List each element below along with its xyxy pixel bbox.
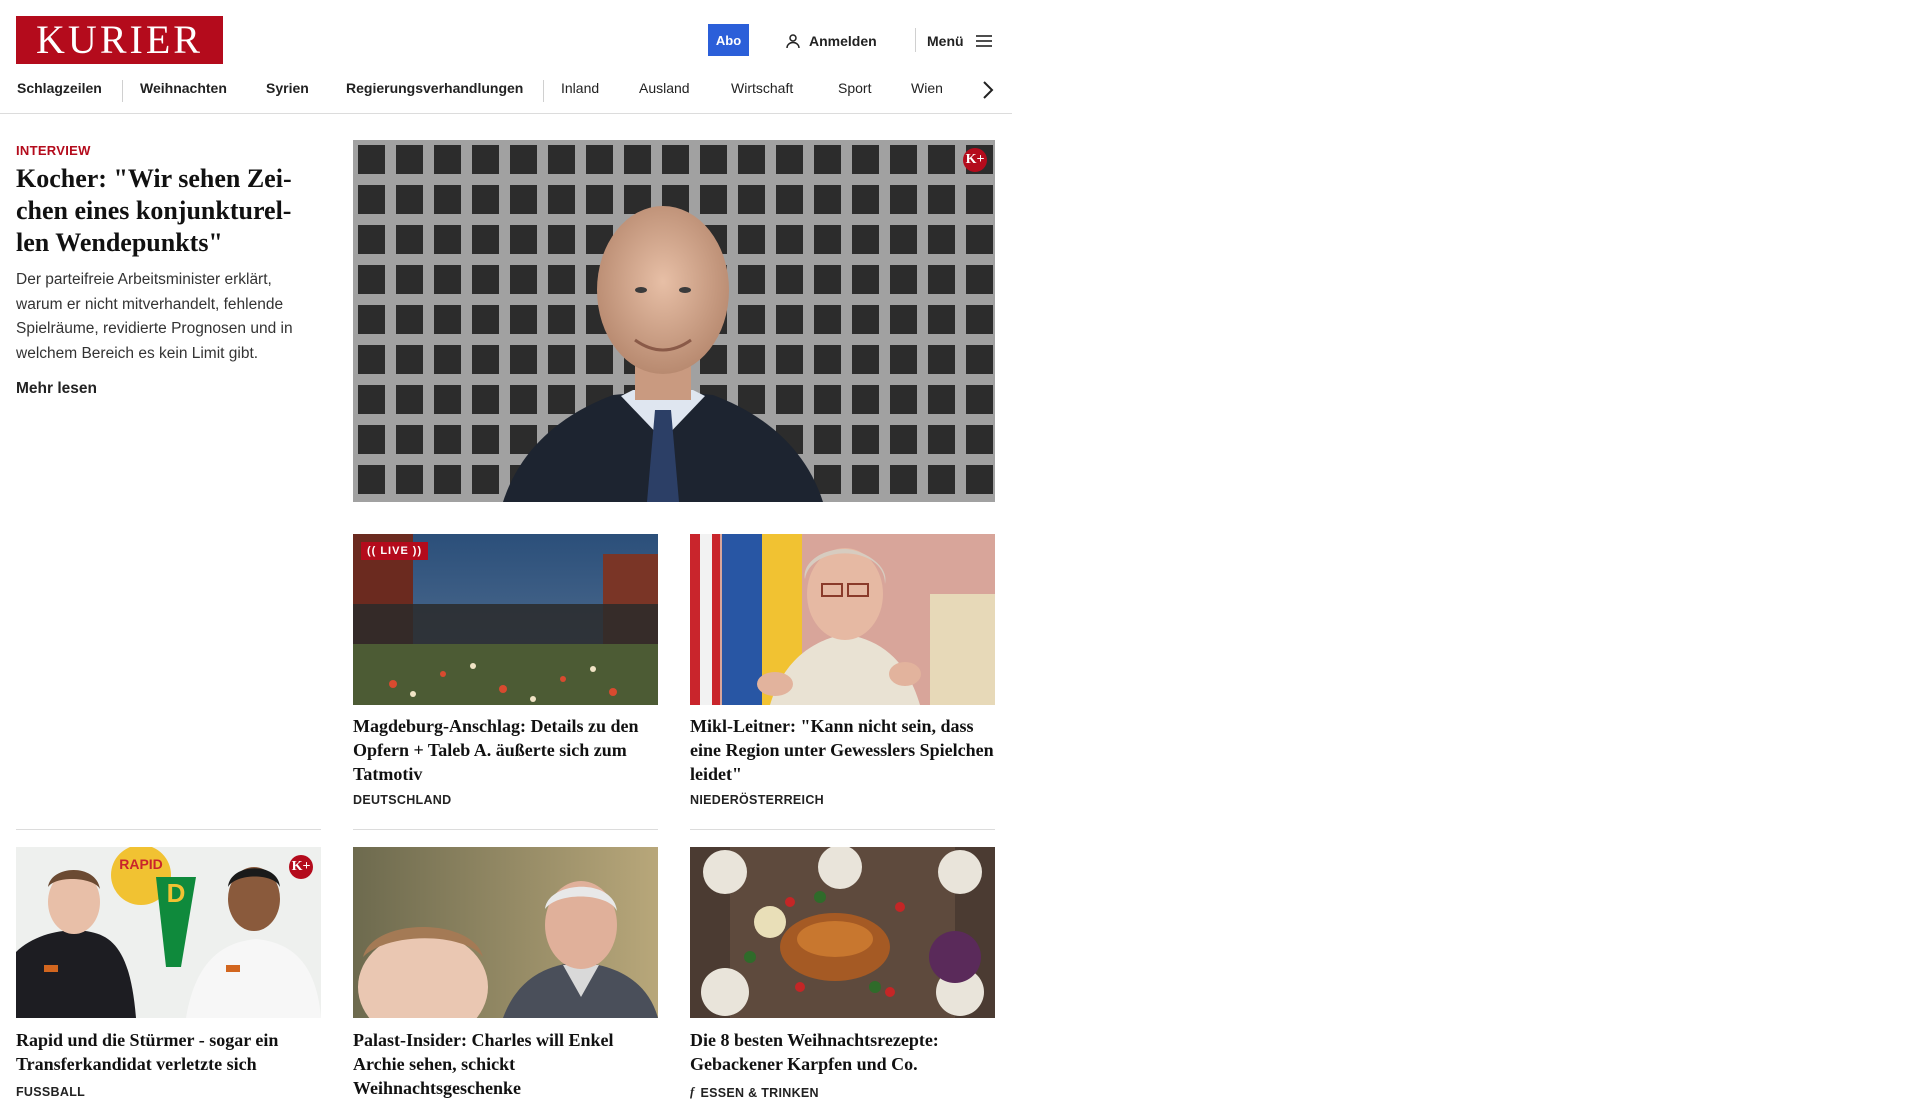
nav-divider xyxy=(122,80,123,102)
premium-badge: K+ xyxy=(289,855,313,879)
lead-title-line: len Wendepunkts" xyxy=(16,228,223,257)
premium-badge-text: K+ xyxy=(291,859,311,874)
login-label: Anmelden xyxy=(809,33,877,49)
menu-button[interactable]: Menü xyxy=(927,30,992,52)
lead-teaser: Der parteifreie Arbeitsminister erklärt,… xyxy=(16,271,293,362)
nav-item-sport[interactable]: Sport xyxy=(838,80,871,96)
lead-title-line: chen eines konjunkturel- xyxy=(16,196,292,225)
card-title[interactable]: Magdeburg-Anschlag: Details zu den Opfer… xyxy=(353,714,658,786)
card-title[interactable]: Mikl-Leitner: "Kann nicht sein, dass ein… xyxy=(690,714,995,786)
lead-image[interactable]: K+ xyxy=(353,140,995,502)
live-label: LIVE xyxy=(380,545,409,557)
header-divider xyxy=(915,28,916,52)
logo-text: KURIER xyxy=(36,17,203,62)
nav-item-schlagzeilen[interactable]: Schlagzeilen xyxy=(17,80,102,96)
card-image[interactable] xyxy=(690,847,995,1018)
nav-item-wirtschaft[interactable]: Wirtschaft xyxy=(731,80,793,96)
chevron-right-icon[interactable] xyxy=(975,78,999,102)
nav-item-weihnachten[interactable]: Weihnachten xyxy=(140,80,227,96)
section-divider xyxy=(16,829,321,830)
menu-label: Menü xyxy=(927,33,964,49)
card-category[interactable]: FUSSBALL xyxy=(16,1085,85,1099)
user-icon xyxy=(786,34,800,49)
card-photo xyxy=(353,847,658,1018)
card-image[interactable]: (( LIVE )) xyxy=(353,534,658,705)
card-image[interactable] xyxy=(353,847,658,1018)
nav-divider xyxy=(543,80,544,102)
premium-badge-text: K+ xyxy=(965,152,985,167)
nav-item-regierungsverhandlungen[interactable]: Regierungsverhandlungen xyxy=(346,80,523,96)
nav-divider-line xyxy=(0,113,1012,114)
nav-item-syrien[interactable]: Syrien xyxy=(266,80,309,96)
card-category[interactable]: f ESSEN & TRINKEN xyxy=(690,1085,819,1100)
card-image[interactable]: RAPID D K+ xyxy=(16,847,321,1018)
svg-text:D: D xyxy=(167,878,186,908)
lead-title[interactable]: Kocher: "Wir sehen Zei-chen eines konjun… xyxy=(16,163,316,259)
section-divider xyxy=(353,829,658,830)
hamburger-icon xyxy=(975,35,992,47)
card-photo xyxy=(690,847,995,1018)
live-badge: (( LIVE )) xyxy=(361,542,429,560)
card-category-label: ESSEN & TRINKEN xyxy=(700,1085,819,1100)
card-photo xyxy=(690,534,995,705)
card-title[interactable]: Palast-Insider: Charles will Enkel Archi… xyxy=(353,1028,658,1100)
card-title[interactable]: Die 8 besten Weihnachtsrezepte: Gebacken… xyxy=(690,1028,995,1076)
card-category[interactable]: NIEDERÖSTERREICH xyxy=(690,793,824,807)
card-photo: RAPID D xyxy=(16,847,321,1018)
lead-photo xyxy=(353,140,995,502)
live-signal-icon: (( xyxy=(367,545,377,557)
nav-item-inland[interactable]: Inland xyxy=(561,80,599,96)
abo-button[interactable]: Abo xyxy=(708,24,749,56)
freizeit-icon: f xyxy=(690,1085,695,1099)
card-image[interactable] xyxy=(690,534,995,705)
svg-text:RAPID: RAPID xyxy=(119,856,163,872)
card-title[interactable]: Rapid und die Stürmer - sogar ein Transf… xyxy=(16,1028,321,1076)
live-signal-icon: )) xyxy=(412,545,423,557)
ressort-nav: Schlagzeilen Weihnachten Syrien Regierun… xyxy=(0,70,1012,114)
login-button[interactable]: Anmelden xyxy=(785,30,877,52)
kurier-logo[interactable]: KURIER xyxy=(16,16,223,64)
card-category[interactable]: DEUTSCHLAND xyxy=(353,793,451,807)
nav-item-wien[interactable]: Wien xyxy=(911,80,943,96)
premium-badge: K+ xyxy=(963,148,987,172)
section-divider xyxy=(690,829,995,830)
nav-item-ausland[interactable]: Ausland xyxy=(639,80,690,96)
lead-kicker: INTERVIEW xyxy=(16,143,91,158)
read-more-link[interactable]: Mehr lesen xyxy=(16,380,97,398)
lead-title-line: Kocher: "Wir sehen Zei- xyxy=(16,164,292,193)
